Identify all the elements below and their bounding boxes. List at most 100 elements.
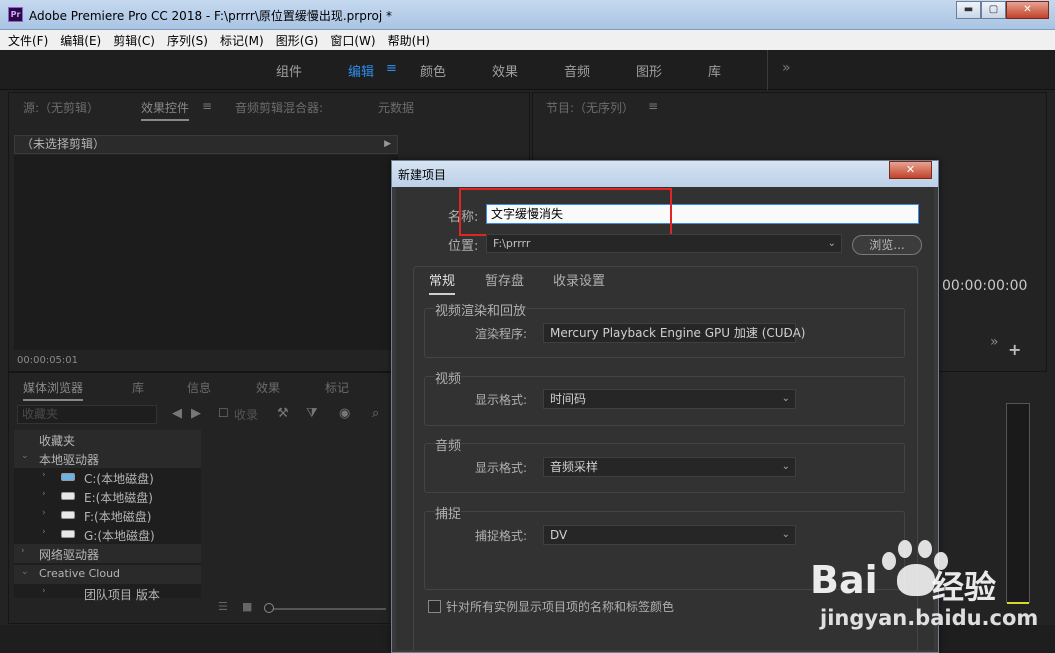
tree-item-local-drives[interactable]: ⌄ 本地驱动器 — [14, 449, 201, 468]
menu-window[interactable]: 窗口(W) — [330, 32, 375, 49]
tab-ingest-settings[interactable]: 收录设置 — [553, 270, 605, 289]
dialog-titlebar: 新建项目 ✕ — [392, 161, 938, 187]
wrench-icon[interactable]: ⚒ — [277, 406, 289, 421]
render-group-title: 视频渲染和回放 — [435, 300, 527, 319]
no-clip-selected-bar: （未选择剪辑） ▶ — [14, 135, 398, 154]
icon-view-icon[interactable]: ■ — [242, 600, 252, 613]
tree-label-drive-c: C:(本地磁盘) — [84, 472, 154, 486]
menu-sequence[interactable]: 序列(S) — [167, 32, 208, 49]
workspace-tab-audio[interactable]: 音频 — [564, 61, 590, 80]
browse-button[interactable]: 浏览... — [852, 235, 922, 255]
menu-marker[interactable]: 标记(M) — [220, 32, 264, 49]
collapse-arrow-icon[interactable]: ⌄ — [21, 451, 29, 461]
ingest-checkbox[interactable]: ☐ — [218, 406, 229, 420]
menu-file[interactable]: 文件(F) — [8, 32, 48, 49]
expand-arrow-icon[interactable]: › — [42, 527, 46, 537]
workspace-tab-libraries[interactable]: 库 — [708, 61, 721, 80]
workspace-tab-graphics[interactable]: 图形 — [636, 61, 662, 80]
premiere-app-icon: Pr — [8, 7, 23, 22]
panel-menu-icon[interactable]: ≡ — [202, 99, 212, 113]
watermark-url: jingyan.baidu.com — [820, 606, 1039, 630]
workspace-divider — [767, 50, 768, 90]
no-clip-label: （未选择剪辑） — [21, 137, 106, 151]
tab-general[interactable]: 常规 — [429, 270, 456, 295]
tab-markers[interactable]: 标记 — [325, 379, 349, 396]
workspace-tab-color[interactable]: 颜色 — [420, 61, 446, 80]
program-menu-icon[interactable]: ≡ — [648, 99, 658, 113]
tab-effect-controls[interactable]: 效果控件 — [141, 99, 190, 121]
menu-edit[interactable]: 编辑(E) — [60, 32, 101, 49]
renderer-label: 渲染程序: — [475, 327, 528, 341]
ingest-label: 收录 — [234, 408, 259, 422]
favorites-select-label: 收藏夹 — [22, 407, 59, 421]
list-view-icon[interactable]: ☰ — [218, 600, 228, 613]
workspace-bar: 组件 编辑 ≡ 颜色 效果 音频 图形 库 » — [0, 50, 1055, 90]
tree-item-drive-g[interactable]: › G:(本地磁盘) — [14, 525, 201, 544]
tree-item-drive-f[interactable]: › F:(本地磁盘) — [14, 506, 201, 525]
zoom-slider-handle[interactable] — [264, 603, 274, 613]
back-arrow-icon[interactable]: ◀ — [172, 406, 182, 421]
program-timecode[interactable]: 00:00:00:00 — [942, 278, 1027, 294]
location-select[interactable]: F:\prrrr ⌄ — [486, 234, 842, 253]
location-value: F:\prrrr — [493, 237, 531, 250]
tree-item-drive-e[interactable]: › E:(本地磁盘) — [14, 487, 201, 506]
expand-arrow-icon[interactable]: › — [21, 546, 25, 556]
tree-item-drive-c[interactable]: › C:(本地磁盘) — [14, 468, 201, 487]
filter-icon[interactable]: ⧩ — [306, 406, 318, 421]
tree-item-creative-cloud[interactable]: ⌄ Creative Cloud — [14, 565, 201, 584]
hard-drive-icon — [61, 492, 75, 500]
expand-arrow-icon[interactable]: ▶ — [384, 136, 391, 153]
capture-group-title: 捕捉 — [435, 503, 462, 522]
workspace-menu-icon[interactable]: ≡ — [386, 61, 397, 76]
video-display-format-select[interactable]: 时间码 ⌄ — [543, 389, 796, 409]
tab-media-browser[interactable]: 媒体浏览器 — [23, 379, 84, 401]
capture-format-select[interactable]: DV ⌄ — [543, 525, 796, 545]
menu-help[interactable]: 帮助(H) — [388, 32, 430, 49]
renderer-select[interactable]: Mercury Playback Engine GPU 加速 (CUDA) ⌄ — [543, 323, 805, 343]
tab-effects[interactable]: 效果 — [256, 379, 280, 396]
maximize-button[interactable]: ▢ — [981, 1, 1006, 19]
search-icon[interactable]: ⌕ — [372, 406, 379, 421]
workspace-tab-editing[interactable]: 编辑 — [348, 61, 374, 80]
favorites-select[interactable]: 收藏夹 — [17, 405, 157, 424]
media-browser-tree: 收藏夹 ⌄ 本地驱动器 › C:(本地磁盘) › E:(本地磁盘) › F:(本… — [14, 430, 201, 602]
show-label-color-checkbox[interactable] — [428, 600, 441, 613]
location-label: 位置: — [448, 239, 479, 254]
close-button[interactable]: ✕ — [1006, 1, 1049, 19]
tree-item-team-projects[interactable]: › 团队项目 版本 — [14, 584, 201, 603]
forward-arrow-icon[interactable]: ▶ — [191, 406, 201, 421]
expand-arrow-icon[interactable]: › — [42, 586, 46, 596]
menu-clip[interactable]: 剪辑(C) — [113, 32, 155, 49]
tree-item-network-drives[interactable]: › 网络驱动器 — [14, 544, 201, 563]
tab-info[interactable]: 信息 — [187, 379, 211, 396]
watermark-brand-suffix: 经验 — [932, 568, 997, 606]
menu-graphics[interactable]: 图形(G) — [276, 32, 319, 49]
eye-icon[interactable]: ◉ — [339, 406, 350, 421]
program-overflow-icon[interactable]: » — [990, 334, 999, 350]
expand-arrow-icon[interactable]: › — [42, 508, 46, 518]
tab-scratch-disks[interactable]: 暂存盘 — [485, 270, 524, 289]
tab-metadata[interactable]: 元数据 — [378, 99, 414, 116]
audio-group-title: 音频 — [435, 435, 462, 454]
tab-program[interactable]: 节目:（无序列） — [546, 99, 634, 116]
workspace-tab-assembly[interactable]: 组件 — [276, 61, 302, 80]
source-timecode[interactable]: 00:00:05:01 — [17, 355, 78, 366]
dialog-close-button[interactable]: ✕ — [889, 161, 932, 179]
zoom-slider-track[interactable] — [272, 608, 386, 610]
tree-item-favorites[interactable]: 收藏夹 — [14, 430, 201, 449]
expand-arrow-icon[interactable]: › — [42, 489, 46, 499]
expand-arrow-icon[interactable]: › — [42, 470, 46, 480]
minimize-button[interactable]: ▬ — [956, 1, 981, 19]
audio-display-format-select[interactable]: 音频采样 ⌄ — [543, 457, 796, 477]
tree-label-drive-e: E:(本地磁盘) — [84, 491, 153, 505]
tab-audio-clip-mixer[interactable]: 音频剪辑混合器: — [235, 99, 323, 116]
effect-controls-area — [14, 155, 398, 350]
workspace-overflow-icon[interactable]: » — [782, 60, 791, 76]
add-button-icon[interactable]: + — [1008, 340, 1021, 359]
audio-display-format-value: 音频采样 — [550, 460, 599, 474]
collapse-arrow-icon[interactable]: ⌄ — [21, 567, 29, 577]
video-group: 视频 显示格式: 时间码 ⌄ — [424, 368, 905, 426]
tab-source[interactable]: 源:（无剪辑） — [23, 99, 99, 116]
tab-libraries[interactable]: 库 — [132, 379, 144, 396]
workspace-tab-effects[interactable]: 效果 — [492, 61, 518, 80]
